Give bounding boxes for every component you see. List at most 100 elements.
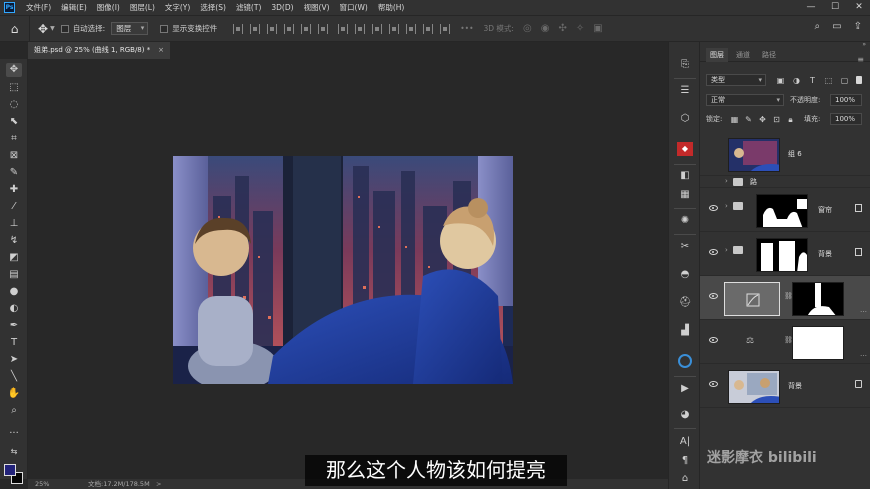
visibility-eye-icon[interactable] bbox=[709, 337, 718, 343]
grid-icon[interactable]: ▦ bbox=[677, 188, 693, 202]
layer-row[interactable]: › 背景 bbox=[700, 232, 870, 276]
actions-icon[interactable]: ◓ bbox=[677, 268, 693, 282]
auto-select-checkbox[interactable] bbox=[60, 24, 69, 33]
paragraph-icon[interactable]: ¶ bbox=[677, 454, 693, 468]
pan-3d-icon[interactable]: ✣ bbox=[558, 23, 566, 34]
filter-toggle[interactable] bbox=[856, 76, 862, 84]
visibility-eye-icon[interactable] bbox=[709, 381, 718, 387]
character-icon[interactable]: A| bbox=[677, 435, 693, 449]
menu-image[interactable]: 图像(I) bbox=[92, 2, 125, 13]
crop-tool-icon[interactable]: ⌗ bbox=[6, 132, 22, 146]
workspace-icon[interactable]: ▭ bbox=[832, 21, 841, 32]
chevron-right-icon[interactable]: › bbox=[725, 202, 728, 210]
history-brush-tool-icon[interactable]: ↯ bbox=[6, 234, 22, 248]
swap-colors-icon[interactable]: ⇆ bbox=[6, 445, 22, 459]
filter-adjustment-icon[interactable]: ◑ bbox=[792, 76, 801, 85]
panel-menu-icon[interactable]: ≡ bbox=[857, 55, 864, 64]
visibility-eye-icon[interactable] bbox=[709, 293, 718, 299]
distribute-spacing-icon[interactable] bbox=[440, 23, 451, 34]
distribute-middle-icon[interactable] bbox=[406, 23, 417, 34]
layer-row-selected[interactable]: ⛓ … bbox=[700, 276, 870, 320]
fill-input[interactable]: 100% bbox=[830, 113, 862, 125]
color-swatches[interactable] bbox=[4, 464, 24, 486]
swatches-icon[interactable]: ◧ bbox=[677, 169, 693, 183]
healing-brush-tool-icon[interactable]: ✚ bbox=[6, 183, 22, 197]
lock-position-icon[interactable]: ✥ bbox=[758, 115, 767, 124]
eyedropper-tool-icon[interactable]: ✎ bbox=[6, 166, 22, 180]
filter-pixel-icon[interactable]: ▣ bbox=[776, 76, 785, 85]
menu-3d[interactable]: 3D(D) bbox=[266, 3, 298, 12]
menu-file[interactable]: 文件(F) bbox=[21, 2, 56, 13]
collapse-panel-icon[interactable]: » bbox=[862, 41, 866, 48]
tab-channels[interactable]: 通道 bbox=[736, 48, 750, 62]
dodge-tool-icon[interactable]: ◐ bbox=[6, 302, 22, 316]
auto-select-dropdown[interactable]: 图层 bbox=[111, 22, 149, 35]
marquee-tool-icon[interactable]: ⬚ bbox=[6, 81, 22, 95]
clone-stamp-tool-icon[interactable]: ⊥ bbox=[6, 217, 22, 231]
brush-tool-icon[interactable]: ⁄ bbox=[6, 200, 22, 214]
gradient-tool-icon[interactable]: ▤ bbox=[6, 268, 22, 282]
transform-controls-checkbox[interactable] bbox=[160, 24, 169, 33]
color-palette-icon[interactable]: ◕ bbox=[677, 408, 693, 422]
lasso-tool-icon[interactable]: ◌ bbox=[6, 98, 22, 112]
blur-tool-icon[interactable]: ● bbox=[6, 285, 22, 299]
tab-layers[interactable]: 图层 bbox=[706, 48, 728, 62]
close-icon[interactable]: ✕ bbox=[854, 2, 864, 12]
navigator-icon[interactable] bbox=[678, 354, 692, 368]
glyphs-icon[interactable]: ⌂ bbox=[677, 472, 693, 486]
distribute-top-icon[interactable] bbox=[389, 23, 400, 34]
eraser-tool-icon[interactable]: ◩ bbox=[6, 251, 22, 265]
path-select-tool-icon[interactable]: ➤ bbox=[6, 353, 22, 367]
zoom-level[interactable]: 25% bbox=[35, 479, 49, 489]
align-left-icon[interactable] bbox=[233, 23, 244, 34]
lock-pixels-icon[interactable]: ✎ bbox=[744, 115, 753, 124]
visibility-eye-icon[interactable] bbox=[709, 205, 718, 211]
lock-all-icon[interactable]: 🔒︎ bbox=[786, 115, 795, 124]
layer-row[interactable]: 背景 bbox=[700, 364, 870, 408]
layer-row[interactable]: ⚖ ⛓ … bbox=[700, 320, 870, 364]
menu-layer[interactable]: 图层(L) bbox=[125, 2, 160, 13]
pen-tool-icon[interactable]: ✒ bbox=[6, 319, 22, 333]
move-tool-icon[interactable]: ✥ bbox=[38, 22, 48, 36]
align-center-icon[interactable] bbox=[250, 23, 261, 34]
align-right-icon[interactable] bbox=[267, 23, 278, 34]
filter-smart-icon[interactable]: ▢ bbox=[840, 76, 849, 85]
type-tool-icon[interactable]: T bbox=[6, 336, 22, 350]
align-top-icon[interactable] bbox=[284, 23, 295, 34]
blend-mode-dropdown[interactable]: 正常 ▾ bbox=[706, 94, 784, 106]
menu-help[interactable]: 帮助(H) bbox=[373, 2, 410, 13]
zoom-tool-icon[interactable]: ⌕ bbox=[6, 404, 22, 418]
maximize-icon[interactable]: ☐ bbox=[830, 2, 840, 12]
line-tool-icon[interactable]: ╲ bbox=[6, 370, 22, 384]
status-menu-arrow[interactable]: > bbox=[156, 479, 161, 489]
foreground-color-swatch[interactable] bbox=[4, 464, 16, 476]
roll-3d-icon[interactable]: ◉ bbox=[541, 23, 550, 34]
filter-shape-icon[interactable]: ⬚ bbox=[824, 76, 833, 85]
more-options-icon[interactable]: ••• bbox=[460, 24, 473, 33]
hand-tool-icon[interactable]: ✋ bbox=[6, 387, 22, 401]
lock-transparent-icon[interactable]: ▦ bbox=[730, 115, 739, 124]
menu-edit[interactable]: 编辑(E) bbox=[56, 2, 92, 13]
minimize-icon[interactable]: — bbox=[806, 2, 816, 12]
share-icon[interactable]: ⇪ bbox=[854, 21, 862, 32]
plugin-icon[interactable]: ◆ bbox=[677, 142, 693, 156]
document-canvas[interactable] bbox=[173, 156, 513, 384]
menu-type[interactable]: 文字(Y) bbox=[160, 2, 195, 13]
lock-artboard-icon[interactable]: ⊡ bbox=[772, 115, 781, 124]
puppet-icon[interactable]: ⛑ bbox=[677, 296, 693, 310]
brush-settings-icon[interactable]: ✺ bbox=[677, 214, 693, 228]
play-icon[interactable]: ▶ bbox=[677, 382, 693, 396]
menu-select[interactable]: 选择(S) bbox=[195, 2, 231, 13]
chevron-down-icon[interactable]: ▼ bbox=[50, 25, 55, 32]
filter-type-icon[interactable]: T bbox=[808, 76, 817, 85]
history-icon[interactable]: ⎘ bbox=[677, 58, 693, 72]
align-middle-icon[interactable] bbox=[301, 23, 312, 34]
visibility-eye-icon[interactable] bbox=[709, 249, 718, 255]
menu-window[interactable]: 窗口(W) bbox=[335, 2, 373, 13]
scale-3d-icon[interactable]: ▣ bbox=[593, 23, 602, 34]
menu-filter[interactable]: 滤镜(T) bbox=[231, 2, 266, 13]
opacity-input[interactable]: 100% bbox=[830, 94, 862, 106]
more-tools-icon[interactable]: ··· bbox=[6, 427, 22, 441]
layer-row[interactable]: › 窗帘 bbox=[700, 188, 870, 232]
frame-tool-icon[interactable]: ⊠ bbox=[6, 149, 22, 163]
